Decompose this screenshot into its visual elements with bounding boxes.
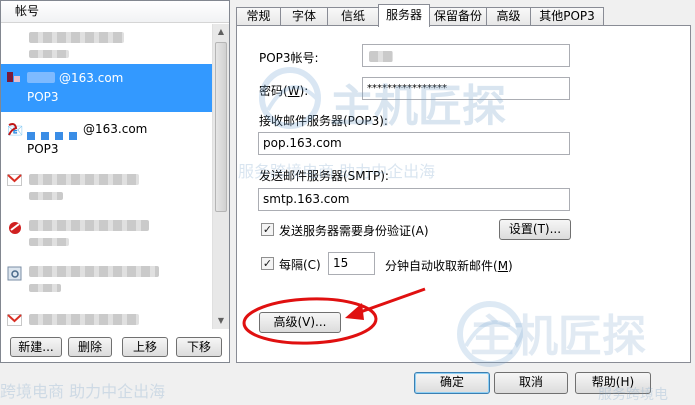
tab-backup[interactable]: 保留备份	[429, 7, 487, 26]
list-item[interactable]	[1, 214, 212, 256]
redacted-text	[29, 314, 139, 325]
redacted-text	[369, 51, 393, 62]
account-email: @163.com	[59, 71, 124, 85]
scroll-up-arrow-icon[interactable]: ▲	[213, 24, 229, 40]
pop3-account-field[interactable]	[362, 44, 570, 67]
account-list[interactable]: @163.com POP3 📧 @163.com POP3	[1, 24, 212, 329]
account-list-scrollbar[interactable]: ▲ ▼	[212, 24, 229, 329]
interval-suffix-label: 分钟自动收取新邮件(M)	[385, 259, 513, 273]
incoming-server-field[interactable]: pop.163.com	[258, 132, 570, 155]
redacted-text	[29, 284, 61, 292]
tab-server[interactable]: 服务器	[378, 4, 430, 27]
pop3-account-label: POP3帐号:	[259, 51, 319, 65]
list-item[interactable]	[1, 24, 212, 62]
advanced-button[interactable]: 高级(V)...	[259, 312, 341, 333]
redacted-block	[41, 132, 49, 140]
ok-button[interactable]: 确定	[414, 372, 490, 394]
redacted-text	[29, 192, 63, 200]
gmail-icon	[7, 314, 23, 328]
account-panel: 帐号 @163.com POP3 📧 @163.com POP3 ▲ ▼ 新建.…	[0, 0, 230, 363]
smtp-settings-button[interactable]: 设置(T)...	[499, 219, 571, 240]
list-item[interactable]: @163.com POP3	[1, 64, 212, 112]
tab-other-pop3[interactable]: 其他POP3	[530, 7, 604, 26]
auth-required-checkbox[interactable]: ✓	[261, 223, 274, 236]
redacted-text	[29, 50, 69, 58]
password-field[interactable]: ****************	[362, 77, 570, 100]
password-label: 密码(W):	[259, 84, 309, 98]
watermark-slogan-2: 跨境电商 助力中企出海	[0, 382, 166, 401]
interval-field[interactable]: 15	[328, 252, 375, 275]
server-settings-page: POP3帐号: 密码(W): **************** 接收邮件服务器(…	[236, 25, 691, 363]
scroll-down-arrow-icon[interactable]: ▼	[213, 313, 229, 329]
move-down-button[interactable]: 下移	[176, 337, 222, 357]
list-item[interactable]	[1, 168, 212, 210]
pop3-account-icon: 📧	[7, 122, 23, 139]
account-type: POP3	[27, 90, 59, 104]
outgoing-server-label: 发送邮件服务器(SMTP):	[259, 169, 389, 183]
tab-font[interactable]: 字体	[280, 7, 328, 26]
redacted-block	[69, 132, 77, 140]
redacted-block	[55, 132, 63, 140]
help-button[interactable]: 帮助(H)	[575, 372, 651, 394]
exchange-account-icon	[7, 266, 23, 281]
list-item[interactable]	[1, 260, 212, 302]
mail-client-icon	[7, 220, 23, 234]
auto-check-label: 每隔(C)	[279, 258, 321, 272]
account-email: @163.com	[83, 122, 148, 136]
outgoing-server-field[interactable]: smtp.163.com	[258, 188, 570, 211]
tab-general[interactable]: 常规	[236, 7, 281, 26]
redacted-text	[29, 174, 139, 185]
redacted-text	[29, 32, 124, 43]
gmail-icon	[7, 174, 23, 188]
auth-required-label: 发送服务器需要身份验证(A)	[279, 224, 429, 238]
redacted-text	[29, 238, 69, 246]
new-account-button[interactable]: 新建...	[10, 337, 62, 357]
tab-advanced[interactable]: 高级	[486, 7, 531, 26]
redacted-text	[27, 72, 55, 83]
pop3-account-icon	[7, 70, 23, 84]
redacted-text	[29, 266, 159, 277]
cancel-button[interactable]: 取消	[494, 372, 568, 394]
auto-check-checkbox[interactable]: ✓	[261, 257, 274, 270]
move-up-button[interactable]: 上移	[122, 337, 168, 357]
redacted-text	[29, 220, 149, 231]
list-item[interactable]	[1, 306, 212, 329]
tab-stationery[interactable]: 信纸	[327, 7, 379, 26]
redacted-block	[27, 132, 35, 140]
delete-account-button[interactable]: 删除	[68, 337, 112, 357]
list-item[interactable]: 📧 @163.com POP3	[1, 116, 212, 164]
account-type: POP3	[27, 142, 59, 156]
scrollbar-thumb[interactable]	[215, 42, 227, 212]
account-list-header: 帐号	[1, 1, 229, 23]
incoming-server-label: 接收邮件服务器(POP3):	[259, 114, 388, 128]
